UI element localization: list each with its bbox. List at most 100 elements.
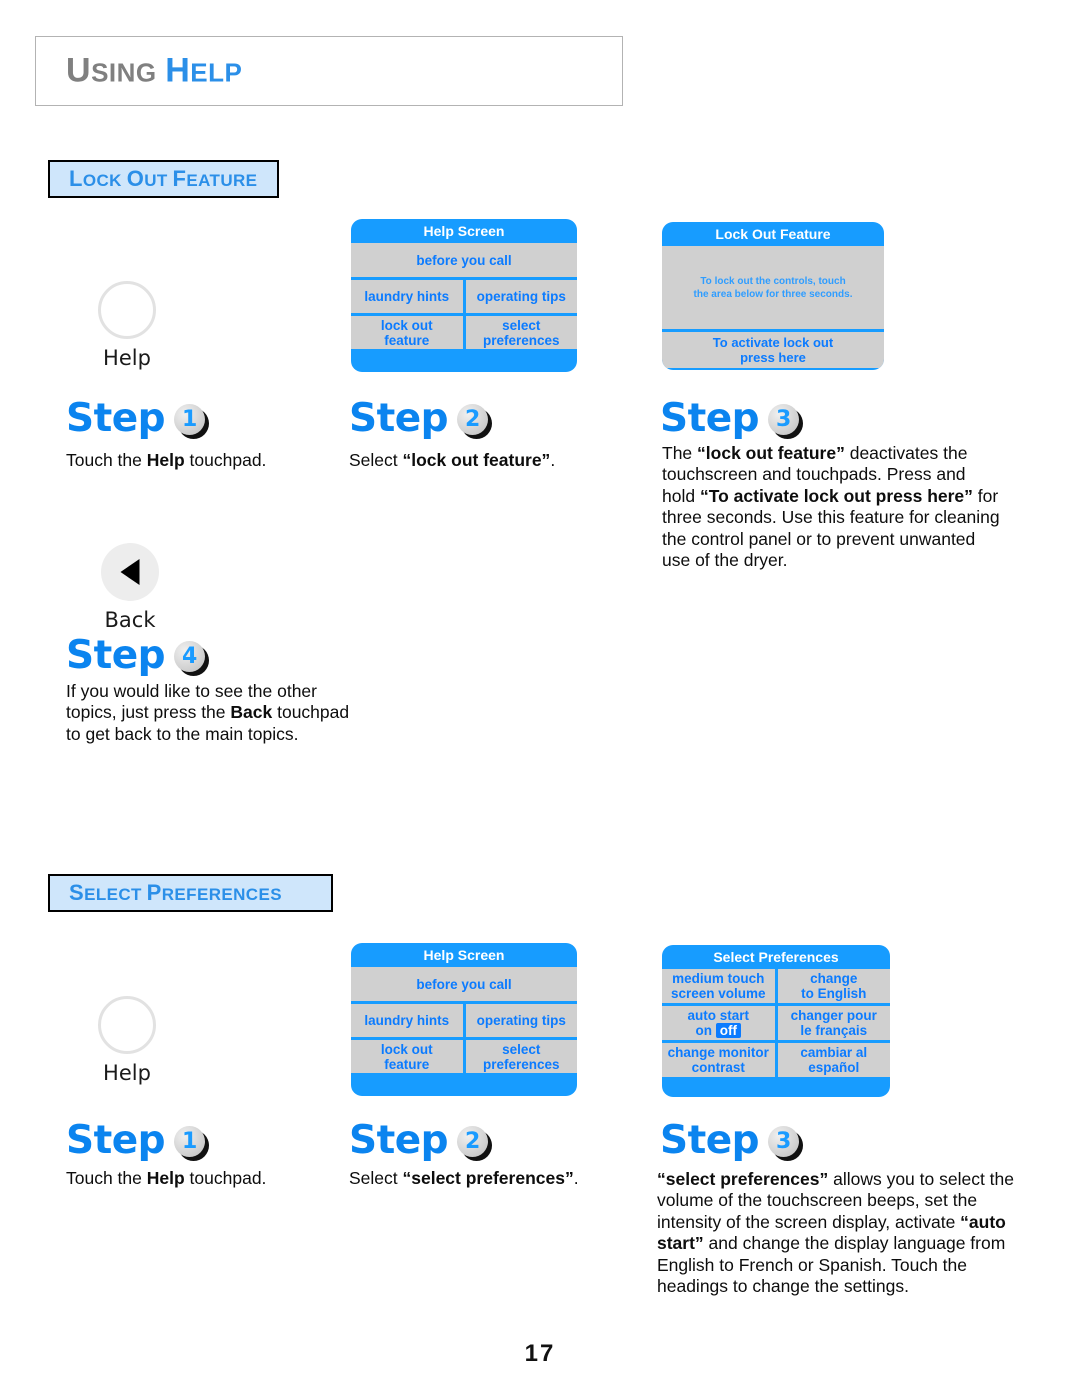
step-text-lockout-1: Touch the Help touchpad. [66, 450, 336, 471]
badge-disc: 1 [174, 1126, 206, 1157]
touchscreen-panel-select-preferences: Select Preferences medium touch screen v… [662, 945, 890, 1097]
panel-cell-laundry-hints[interactable]: laundry hints [351, 280, 463, 313]
badge-disc: 2 [457, 1126, 489, 1157]
cell-label-line2: feature [384, 1056, 430, 1072]
auto-start-off-option-selected[interactable]: off [715, 1023, 741, 1038]
step-heading-lockout-1: Step 1 [66, 396, 210, 441]
cell-label: operating tips [476, 289, 566, 304]
text-bold-1: “select preferences” [657, 1169, 829, 1189]
page-title-cap-h: H [165, 51, 191, 90]
panel-cell-changer-pour-le-francais[interactable]: changer pour le français [777, 1006, 890, 1040]
cell-label-line2: contrast [691, 1060, 745, 1075]
panel-cell-select-preferences[interactable]: select preferences [465, 1040, 577, 1073]
panel-cell-lock-out-feature[interactable]: lock out feature [351, 1040, 463, 1073]
step-number-badge: 2 [457, 1126, 493, 1161]
left-triangle-icon [101, 543, 159, 601]
panel-cell-laundry-hints[interactable]: laundry hints [351, 1004, 463, 1037]
cell-label-line1: lock out [380, 1041, 433, 1057]
sec1-eature: EATURE [186, 171, 258, 190]
text-bold-2: “To activate lock out press here” [699, 485, 973, 506]
panel-cell-touch-screen-volume[interactable]: medium touch screen volume [662, 969, 775, 1003]
circle-outline-icon [98, 996, 156, 1054]
step-number-badge: 1 [174, 1126, 210, 1161]
badge-disc: 3 [768, 1126, 800, 1157]
panel-cell-before-you-call[interactable]: before you call [351, 243, 577, 277]
text-post: touchpad. [184, 450, 267, 470]
step-word: Step [66, 633, 166, 678]
step-text-prefs-2: Select “select preferences”. [349, 1168, 649, 1189]
badge-disc: 1 [174, 404, 206, 435]
text-pre: Select [349, 1168, 403, 1188]
text-post: . [550, 450, 556, 470]
cell-label: laundry hints [364, 289, 450, 304]
step-text-lockout-3: The “lock out feature” deactivates the t… [662, 443, 1002, 571]
section-header-lock-out-feature: LOCK OUT FEATURE [48, 160, 279, 198]
step-word: Step [349, 396, 449, 441]
text-post: touchpad. [184, 1168, 267, 1188]
panel-grid: medium touch screen volume change to Eng… [662, 969, 890, 1081]
cell-label: before you call [416, 252, 512, 268]
step-heading-lockout-3: Step 3 [660, 396, 804, 441]
sec1-ock: OCK [82, 171, 122, 190]
instruction-line1: To lock out the controls, touch [700, 275, 846, 287]
section-header-select-preferences: SELECT PREFERENCES [48, 874, 333, 912]
auto-start-toggle[interactable]: on off [695, 1023, 741, 1038]
section-header-lock-out-label: LOCK OUT FEATURE [69, 166, 257, 192]
panel-grid: before you call laundry hints operating … [351, 243, 577, 353]
badge-disc: 3 [768, 404, 800, 435]
panel-cell-activate-lock-out[interactable]: To activate lock out press here [662, 332, 884, 368]
touchpad-back-label: Back [104, 608, 156, 632]
panel-cell-select-preferences[interactable]: select preferences [465, 316, 577, 349]
step-text-lockout-2: Select “lock out feature”. [349, 450, 639, 471]
text-pre: Touch the [66, 1168, 147, 1188]
sec1-o: O [126, 166, 145, 191]
page-title: USING HELP [66, 52, 242, 91]
cell-label-line1: medium touch [672, 971, 765, 986]
press-line1: To activate lock out [712, 335, 834, 350]
badge-disc: 4 [174, 641, 206, 672]
panel-cell-lock-out-feature[interactable]: lock out feature [351, 316, 463, 349]
step-number-badge: 3 [768, 1126, 804, 1161]
panel-row: lock out feature select preferences [351, 1040, 577, 1073]
cell-label: laundry hints [364, 1013, 450, 1028]
touchpad-help-bottom[interactable]: Help [67, 996, 187, 1085]
page-title-cap-u: U [66, 51, 92, 90]
step-heading-prefs-2: Step 2 [349, 1118, 493, 1163]
triangle-glyph [120, 559, 140, 585]
cell-label-line1: lock out [380, 317, 433, 333]
cell-label-line1: select [502, 1041, 541, 1057]
step-number-badge: 2 [457, 404, 493, 439]
circle-outline-icon [98, 281, 156, 339]
sec1-f: F [172, 166, 187, 191]
instruction-line2: the area below for three seconds. [693, 288, 853, 300]
press-line2: press here [740, 350, 806, 365]
step-number-badge: 3 [768, 404, 804, 439]
panel-cell-cambiar-al-espanol[interactable]: cambiar al español [777, 1043, 890, 1077]
step-number-badge: 4 [174, 641, 210, 676]
panel-cell-change-monitor-contrast[interactable]: change monitor contrast [662, 1043, 775, 1077]
panel-cell-operating-tips[interactable]: operating tips [465, 280, 577, 313]
panel-row: change monitor contrast cambiar al españ… [662, 1043, 890, 1077]
touchpad-back[interactable]: Back [70, 543, 190, 632]
panel-cell-auto-start[interactable]: auto start on off [662, 1006, 775, 1040]
cell-label-line1: change monitor [667, 1045, 769, 1060]
text-post: and change the display language from Eng… [657, 1233, 1006, 1297]
step-heading-prefs-1: Step 1 [66, 1118, 210, 1163]
panel-cell-operating-tips[interactable]: operating tips [465, 1004, 577, 1037]
panel-cell-before-you-call[interactable]: before you call [351, 967, 577, 1001]
panel-title-help-screen: Help Screen [423, 947, 505, 963]
panel-cell-change-to-english[interactable]: change to English [777, 969, 890, 1003]
text-pre: The [662, 443, 698, 463]
touchscreen-panel-help-screen-bottom: Help Screen before you call laundry hint… [351, 943, 577, 1096]
cell-label-line1: select [502, 317, 541, 333]
panel-title-select-preferences: Select Preferences [713, 949, 839, 965]
cell-label-line2: le français [800, 1023, 868, 1038]
auto-start-on-option[interactable]: on [695, 1023, 712, 1038]
text-bold: “select preferences” [402, 1168, 574, 1188]
page-title-sing: SING [91, 57, 157, 88]
touchpad-help-label: Help [103, 1061, 151, 1085]
page-number: 17 [524, 1340, 556, 1367]
badge-disc: 2 [457, 404, 489, 435]
step-word: Step [66, 1118, 166, 1163]
touchpad-help-top[interactable]: Help [67, 281, 187, 370]
